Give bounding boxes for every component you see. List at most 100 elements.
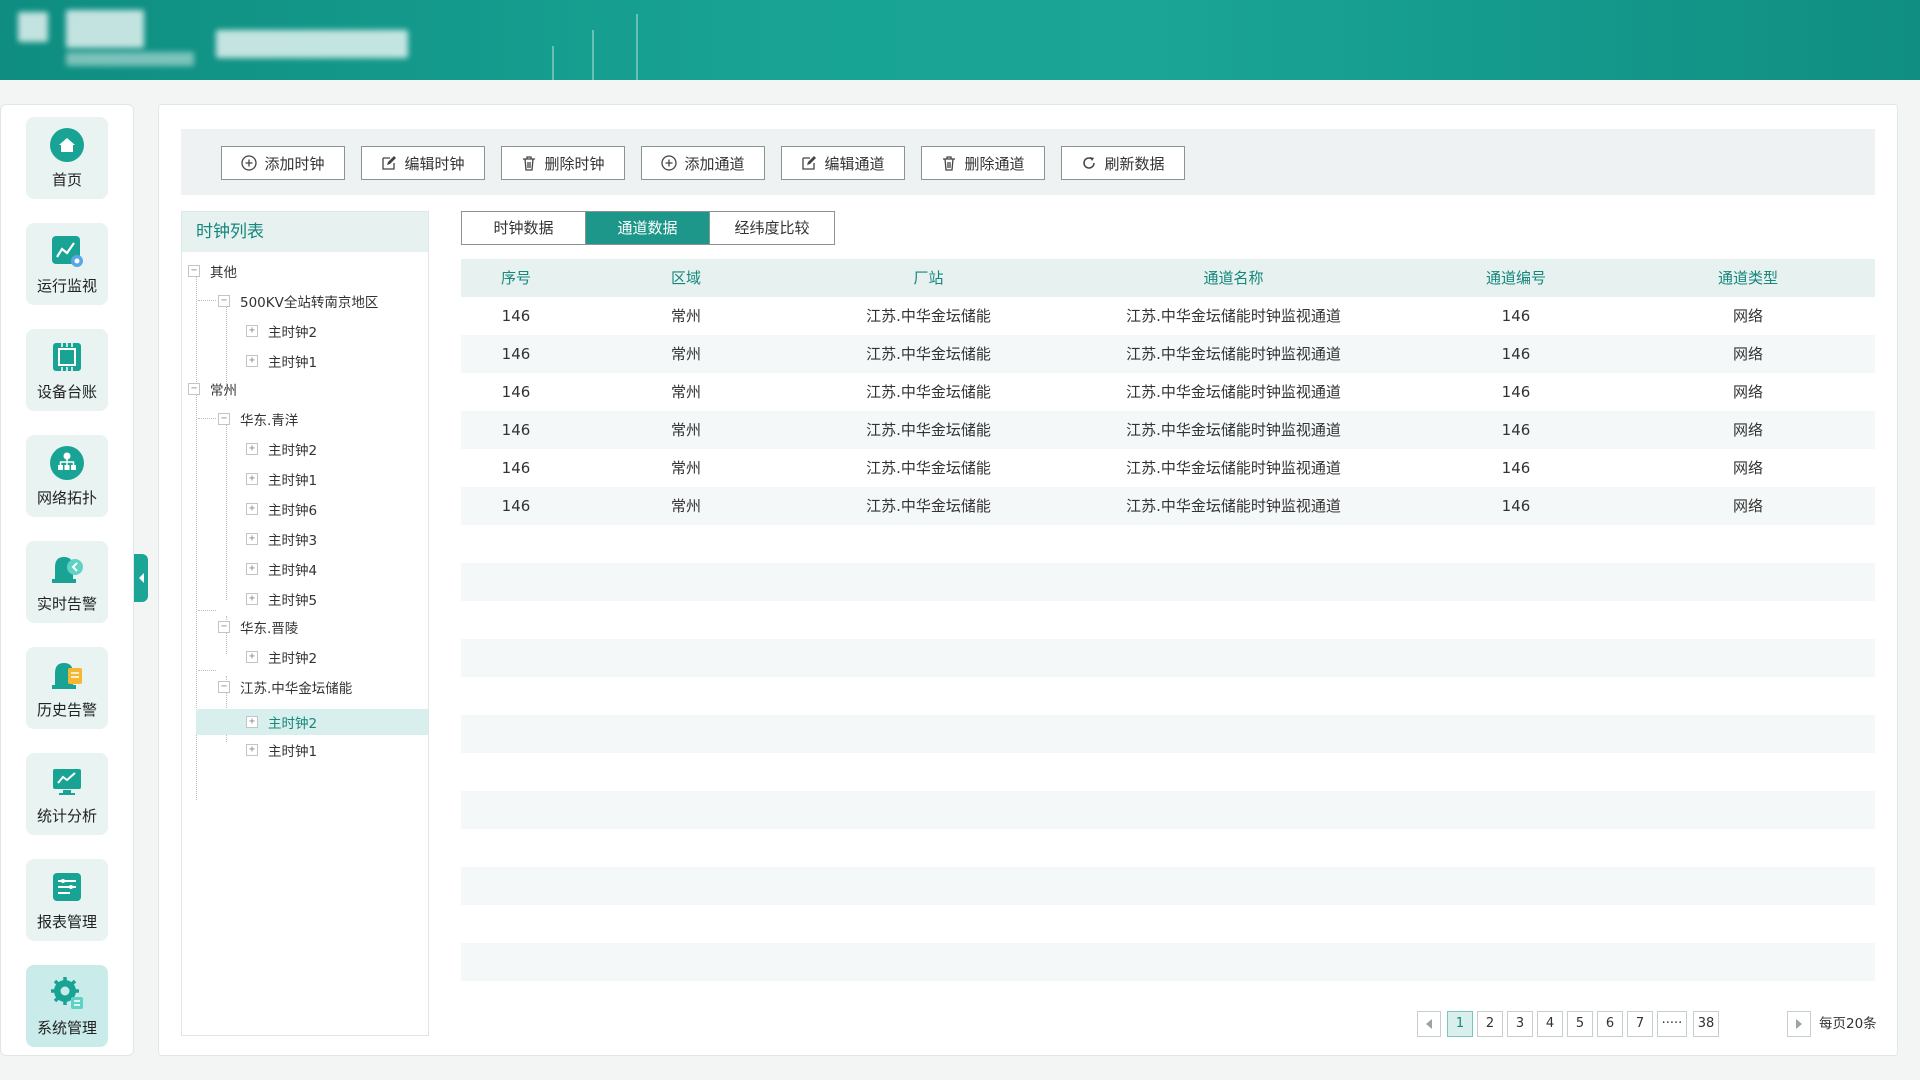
tree-node-label: 主时钟2 (268, 325, 318, 341)
table-row[interactable]: 146 常州 江苏.中华金坛储能 江苏.中华金坛储能时钟监视通道 146 网络 (461, 297, 1875, 335)
cell-index (461, 867, 571, 905)
expand-icon[interactable]: + (246, 533, 258, 545)
edit-clock-button[interactable]: 编辑时钟 (361, 146, 485, 180)
collapse-icon[interactable]: − (218, 413, 230, 425)
delete-clock-button[interactable]: 删除时钟 (501, 146, 625, 180)
add-clock-button[interactable]: 添加时钟 (221, 146, 345, 180)
sidebar-item-realtime-alarm[interactable]: 实时告警 (26, 541, 108, 623)
tree-node-other[interactable]: − 其他 (188, 258, 237, 284)
page-button[interactable]: 38 (1693, 1011, 1719, 1037)
cell-station (801, 715, 1056, 753)
cell-channel-name (1056, 905, 1411, 943)
cell-station: 江苏.中华金坛储能 (866, 459, 991, 477)
tab-channel-data[interactable]: 通道数据 (586, 212, 710, 244)
sidebar-item-history-alarm[interactable]: 历史告警 (26, 647, 108, 729)
table-row[interactable]: 146 常州 江苏.中华金坛储能 江苏.中华金坛储能时钟监视通道 146 网络 (461, 335, 1875, 373)
expand-icon[interactable]: + (246, 563, 258, 575)
page-button[interactable]: 1 (1447, 1011, 1473, 1037)
prev-page-button[interactable] (1417, 1011, 1441, 1037)
cell-channel-id (1411, 525, 1621, 563)
sidebar-item-label: 报表管理 (36, 912, 97, 931)
expand-icon[interactable]: + (246, 355, 258, 367)
expand-icon[interactable]: + (246, 593, 258, 605)
expand-icon[interactable]: + (246, 325, 258, 337)
page-button[interactable]: 5 (1567, 1011, 1593, 1037)
col-header-channel-id[interactable]: 通道编号 (1411, 259, 1621, 297)
expand-icon[interactable]: + (246, 744, 258, 756)
table-row-empty (461, 943, 1875, 981)
tree-node-station[interactable]: − 华东.晋陵 (218, 614, 298, 640)
collapse-icon[interactable]: − (218, 621, 230, 633)
page-button[interactable]: 3 (1507, 1011, 1533, 1037)
tree-node-station[interactable]: − 华东.青洋 (218, 406, 298, 432)
sidebar-item-report[interactable]: 报表管理 (26, 859, 108, 941)
sidebar-item-home[interactable]: 首页 (26, 117, 108, 199)
sidebar-collapse-toggle[interactable] (134, 554, 148, 602)
col-header-index[interactable]: 序号 (461, 259, 571, 297)
cell-channel-type (1621, 563, 1875, 601)
cell-area (571, 791, 801, 829)
cell-channel-name: 江苏.中华金坛储能时钟监视通道 (1126, 345, 1341, 363)
cell-index: 146 (501, 459, 531, 477)
table-row[interactable]: 146 常州 江苏.中华金坛储能 江苏.中华金坛储能时钟监视通道 146 网络 (461, 487, 1875, 525)
page-button[interactable]: 6 (1597, 1011, 1623, 1037)
tab-lat-lon-compare[interactable]: 经纬度比较 (710, 212, 834, 244)
page-button[interactable]: 2 (1477, 1011, 1503, 1037)
system-settings-icon (49, 975, 85, 1011)
col-header-station[interactable]: 厂站 (801, 259, 1056, 297)
expand-icon[interactable]: + (246, 503, 258, 515)
page-ellipsis[interactable]: ····· (1657, 1011, 1687, 1037)
app-logo (18, 12, 48, 42)
sidebar-item-statistics[interactable]: 统计分析 (26, 753, 108, 835)
col-header-channel-type[interactable]: 通道类型 (1621, 259, 1875, 297)
refresh-button[interactable]: 刷新数据 (1061, 146, 1185, 180)
tree-node-region[interactable]: − 常州 (188, 376, 237, 402)
tree-node-clock[interactable]: + 主时钟2 (246, 436, 317, 462)
table-row[interactable]: 146 常州 江苏.中华金坛储能 江苏.中华金坛储能时钟监视通道 146 网络 (461, 449, 1875, 487)
tree-node-clock[interactable]: + 主时钟2 (246, 318, 317, 344)
sidebar-item-system-settings[interactable]: 系统管理 (26, 965, 108, 1047)
col-header-area[interactable]: 区域 (571, 259, 801, 297)
tree-node-clock-selected[interactable]: + 主时钟2 (246, 709, 317, 735)
collapse-icon[interactable]: − (188, 383, 200, 395)
col-header-channel-name[interactable]: 通道名称 (1056, 259, 1411, 297)
table-row[interactable]: 146 常州 江苏.中华金坛储能 江苏.中华金坛储能时钟监视通道 146 网络 (461, 411, 1875, 449)
cell-station: 江苏.中华金坛储能 (866, 307, 991, 325)
delete-channel-button[interactable]: 删除通道 (921, 146, 1045, 180)
expand-icon[interactable]: + (246, 651, 258, 663)
cell-channel-name (1056, 525, 1411, 563)
tree-node-clock[interactable]: + 主时钟4 (246, 556, 317, 582)
tab-clock-data[interactable]: 时钟数据 (462, 212, 586, 244)
page-button[interactable]: 4 (1537, 1011, 1563, 1037)
edit-channel-button[interactable]: 编辑通道 (781, 146, 905, 180)
tree-node-clock[interactable]: + 主时钟2 (246, 644, 317, 670)
next-page-button[interactable] (1787, 1011, 1811, 1037)
tree-node-clock[interactable]: + 主时钟1 (246, 466, 317, 492)
tree-node-clock[interactable]: + 主时钟5 (246, 586, 317, 612)
collapse-icon[interactable]: − (218, 681, 230, 693)
page-button[interactable]: 7 (1627, 1011, 1653, 1037)
cell-area: 常州 (670, 497, 701, 515)
sidebar-item-device-ledger[interactable]: 设备台账 (26, 329, 108, 411)
cell-station: 江苏.中华金坛储能 (866, 421, 991, 439)
cell-channel-id: 146 (1501, 383, 1531, 401)
tree-node-clock[interactable]: + 主时钟3 (246, 526, 317, 552)
collapse-icon[interactable]: − (188, 265, 200, 277)
tree-node-clock[interactable]: + 主时钟1 (246, 737, 317, 763)
tree-node-clock[interactable]: + 主时钟1 (246, 348, 317, 374)
table-row[interactable]: 146 常州 江苏.中华金坛储能 江苏.中华金坛储能时钟监视通道 146 网络 (461, 373, 1875, 411)
expand-icon[interactable]: + (246, 443, 258, 455)
expand-icon[interactable]: + (246, 716, 258, 728)
sidebar-item-network-topology[interactable]: 网络拓扑 (26, 435, 108, 517)
cell-index: 146 (501, 345, 531, 363)
sidebar-item-monitor[interactable]: 运行监视 (26, 223, 108, 305)
tree-node-station[interactable]: − 江苏.中华金坛储能 (218, 674, 352, 700)
expand-icon[interactable]: + (246, 473, 258, 485)
cell-channel-name (1056, 639, 1411, 677)
tree-node-clock[interactable]: + 主时钟6 (246, 496, 317, 522)
tree-node-station[interactable]: −500KV全站转南京地区 (218, 288, 378, 314)
sidebar-item-label: 首页 (51, 170, 82, 189)
table-row-empty (461, 867, 1875, 905)
add-channel-button[interactable]: 添加通道 (641, 146, 765, 180)
collapse-icon[interactable]: − (218, 295, 230, 307)
